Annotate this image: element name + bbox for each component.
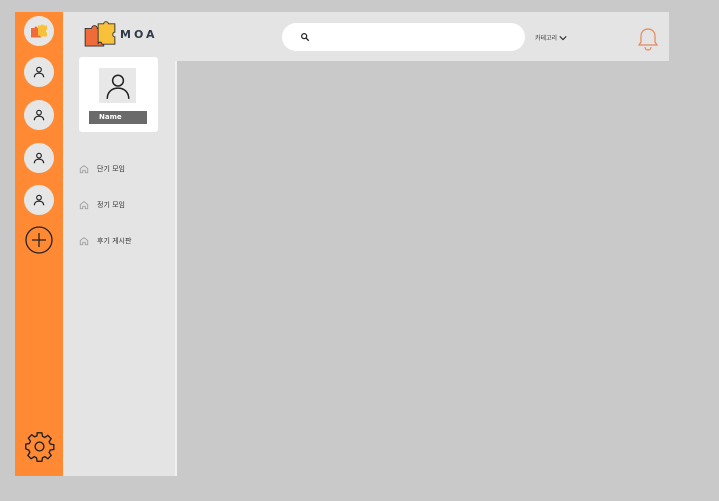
user-icon xyxy=(33,109,45,121)
gear-icon[interactable] xyxy=(23,430,56,463)
menu-item-regular-meeting[interactable]: 정기 모임 xyxy=(79,198,125,212)
app-logo[interactable]: MOA xyxy=(83,21,158,47)
user-icon xyxy=(33,194,45,206)
group-rail xyxy=(15,12,63,476)
profile-avatar[interactable] xyxy=(99,68,136,103)
bell-icon[interactable] xyxy=(637,27,659,51)
add-group-icon[interactable] xyxy=(25,226,53,254)
rail-user-2[interactable] xyxy=(24,100,54,130)
puzzle-logo-icon xyxy=(31,24,47,38)
home-icon xyxy=(79,237,89,246)
side-panel: MOA Name 단기 모임 정기 모임 후기 게시판 xyxy=(63,12,177,476)
category-label: 카테고리 xyxy=(535,35,558,42)
user-icon xyxy=(105,73,130,99)
menu-item-label: 단기 모임 xyxy=(97,165,125,173)
rail-user-3[interactable] xyxy=(24,143,54,173)
profile-name: Name xyxy=(89,111,147,124)
menu-item-review-board[interactable]: 후기 게시판 xyxy=(79,234,131,248)
search-icon[interactable] xyxy=(300,32,310,42)
top-header: 카테고리 xyxy=(175,12,669,61)
category-dropdown[interactable]: 카테고리 xyxy=(535,33,567,42)
rail-logo-button[interactable] xyxy=(24,16,54,46)
user-icon xyxy=(33,152,45,164)
home-icon xyxy=(79,165,89,174)
home-icon xyxy=(79,201,89,210)
puzzle-logo-icon xyxy=(84,21,116,47)
chevron-down-icon xyxy=(559,35,567,40)
rail-user-1[interactable] xyxy=(24,57,54,87)
profile-card: Name xyxy=(79,57,158,132)
menu-item-label: 후기 게시판 xyxy=(97,237,132,245)
rail-user-4[interactable] xyxy=(24,185,54,215)
menu-item-short-meeting[interactable]: 단기 모임 xyxy=(79,162,125,176)
search-bar[interactable] xyxy=(282,23,525,51)
search-input[interactable] xyxy=(318,27,518,49)
menu-item-label: 정기 모임 xyxy=(97,201,125,209)
logo-text: MOA xyxy=(120,27,158,41)
user-icon xyxy=(33,66,45,78)
